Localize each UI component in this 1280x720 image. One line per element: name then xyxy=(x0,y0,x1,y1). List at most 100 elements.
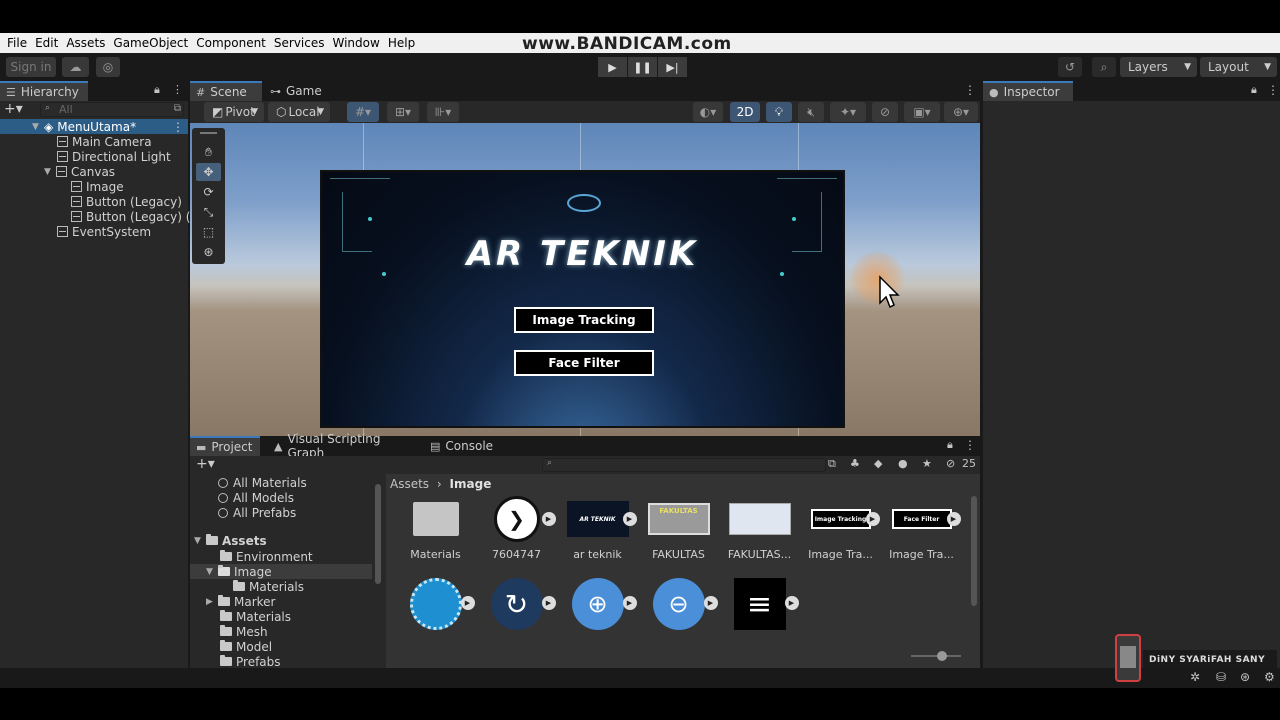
pivot-dropdown[interactable]: ◩ Pivot ▼ xyxy=(204,102,264,122)
breadcrumb-assets[interactable]: Assets xyxy=(390,477,429,491)
camera-icon[interactable]: ▣▾ xyxy=(904,102,940,122)
tab-visual-scripting[interactable]: ▲ Visual Scripting Graph xyxy=(268,432,418,460)
hidden-objects-icon[interactable]: ⊘ xyxy=(872,102,898,122)
search-by-type-icon[interactable]: ⧉ xyxy=(828,457,836,471)
folder-marker[interactable]: ▶ Marker xyxy=(206,594,275,609)
asset-tile[interactable]: Face Filter ▶ Image Tra... xyxy=(884,496,961,561)
hierarchy-item-directional-light[interactable]: Directional Light xyxy=(57,149,171,164)
play-icon[interactable]: ▶ xyxy=(460,596,475,610)
expand-arrow-icon[interactable]: ▼ xyxy=(206,567,216,577)
drag-handle-icon[interactable] xyxy=(200,132,217,134)
hierarchy-item-button-legacy-1[interactable]: Button (Legacy) (1) xyxy=(71,209,203,224)
tab-hierarchy[interactable]: ☰ Hierarchy xyxy=(0,81,88,101)
grid-snap-icon[interactable]: #▾ xyxy=(347,102,379,122)
play-icon[interactable]: ▶ xyxy=(622,512,637,526)
layers-dropdown[interactable]: Layers ▼ xyxy=(1120,57,1197,77)
scrollbar-thumb[interactable] xyxy=(971,496,977,606)
tab-inspector[interactable]: ● Inspector xyxy=(983,81,1073,101)
image-tracking-button[interactable]: Image Tracking xyxy=(514,307,654,333)
folder-materials[interactable]: Materials xyxy=(220,609,291,624)
play-icon[interactable]: ▶ xyxy=(703,596,718,610)
lock-icon[interactable]: 🔒︎ xyxy=(154,83,160,97)
toggle-2d-button[interactable]: 2D xyxy=(730,102,760,122)
audio-icon[interactable]: 🔇︎ xyxy=(798,102,824,122)
favorite-all-materials[interactable]: All Materials xyxy=(218,475,307,490)
asset-tile[interactable]: Image Tracking ▶ Image Tra... xyxy=(803,496,880,561)
gizmos-icon[interactable]: ⊕▾ xyxy=(944,102,978,122)
tab-console[interactable]: ▤ Console xyxy=(424,436,494,456)
play-icon[interactable]: ▶ xyxy=(598,57,627,77)
canvas-preview[interactable]: AR TEKNIK Image Tracking Face Filter xyxy=(320,170,845,428)
slider-handle[interactable] xyxy=(937,651,947,661)
more-options-icon[interactable]: ⋮ xyxy=(964,83,976,97)
asset-tile[interactable]: ▶ xyxy=(398,576,475,632)
tab-game[interactable]: ⊶ Game xyxy=(264,81,324,101)
filter-icon[interactable]: ⧉ xyxy=(174,103,181,114)
thumbnail-size-slider[interactable] xyxy=(911,651,961,661)
ruler-icon[interactable]: ⊪▾ xyxy=(427,102,459,122)
menu-component[interactable]: Component xyxy=(192,36,270,50)
asset-tile[interactable]: FAKULTAS... xyxy=(722,496,797,561)
play-icon[interactable]: ▶ xyxy=(784,596,799,610)
hierarchy-scene-row[interactable]: ▼ ◈ MenuUtama* ⋮ xyxy=(0,119,188,134)
asset-tile[interactable]: ⊖ ▶ xyxy=(641,576,718,632)
more-options-icon[interactable]: ⋮ xyxy=(1267,83,1279,97)
tab-scene[interactable]: # Scene xyxy=(190,81,262,101)
menu-assets[interactable]: Assets xyxy=(62,36,109,50)
search-icon[interactable]: ⌕ xyxy=(1092,57,1116,77)
sign-in-button[interactable]: Sign in xyxy=(6,57,56,77)
tab-project[interactable]: ▬ Project xyxy=(190,436,260,456)
snap-increment-icon[interactable]: ⊞▾ xyxy=(387,102,419,122)
favorite-all-models[interactable]: All Models xyxy=(218,490,294,505)
asset-tile[interactable]: FAKULTAS FAKULTAS xyxy=(641,496,716,561)
menu-help[interactable]: Help xyxy=(384,36,419,50)
folder-assets-root[interactable]: ▼ Assets xyxy=(194,533,267,548)
lighting-icon[interactable]: 💡︎ xyxy=(766,102,792,122)
rotate-tool-icon[interactable]: ⟳ xyxy=(196,183,221,201)
folder-image[interactable]: ▼ Image xyxy=(190,564,372,579)
asset-tile[interactable]: ⊕ ▶ xyxy=(560,576,637,632)
expand-arrow-icon[interactable]: ▼ xyxy=(194,536,204,546)
asset-tile[interactable]: AR TEKNIK ▶ ar teknik xyxy=(560,496,637,561)
asset-tile[interactable]: ↻ ▶ xyxy=(479,576,556,632)
play-icon[interactable]: ▶ xyxy=(865,512,880,526)
shading-mode-icon[interactable]: ◐▾ xyxy=(693,102,723,122)
scale-tool-icon[interactable]: ⤡ xyxy=(196,203,221,221)
asset-tile[interactable]: ≡ ▶ xyxy=(722,576,799,632)
hierarchy-item-button-legacy[interactable]: Button (Legacy) xyxy=(71,194,182,209)
play-icon[interactable]: ▶ xyxy=(946,512,961,526)
folder-tree-scrollbar[interactable] xyxy=(374,474,382,588)
scene-viewport[interactable]: ✋︎ ✥ ⟳ ⤡ ⬚ ⊛ AR TEKNIK Image Tracking Fa… xyxy=(190,123,980,436)
expand-arrow-icon[interactable]: ▼ xyxy=(32,122,42,132)
pause-icon[interactable]: ❚❚ xyxy=(628,57,657,77)
hierarchy-item-image[interactable]: Image xyxy=(71,179,124,194)
asset-tile[interactable]: Materials xyxy=(398,496,473,561)
play-icon[interactable]: ▶ xyxy=(541,596,556,610)
folder-prefabs[interactable]: Prefabs xyxy=(220,654,281,669)
menu-edit[interactable]: Edit xyxy=(31,36,62,50)
collab-icon[interactable]: ◎ xyxy=(96,57,120,77)
favorite-star-icon[interactable]: ★ xyxy=(922,457,932,470)
hierarchy-item-eventsystem[interactable]: EventSystem xyxy=(57,224,151,239)
add-object-button[interactable]: +▾ xyxy=(4,101,34,117)
favorite-all-prefabs[interactable]: All Prefabs xyxy=(218,505,296,520)
menu-services[interactable]: Services xyxy=(270,36,329,50)
rect-tool-icon[interactable]: ⬚ xyxy=(196,223,221,241)
hierarchy-item-main-camera[interactable]: Main Camera xyxy=(57,134,152,149)
layout-dropdown[interactable]: Layout ▼ xyxy=(1200,57,1277,77)
menu-file[interactable]: File xyxy=(3,36,31,50)
lock-icon[interactable]: 🔒︎ xyxy=(947,438,953,452)
history-icon[interactable]: ↺ xyxy=(1058,57,1082,77)
play-icon[interactable]: ▶ xyxy=(622,596,637,610)
folder-image-materials[interactable]: Materials xyxy=(233,579,304,594)
folder-model[interactable]: Model xyxy=(220,639,272,654)
lock-icon[interactable]: 🔒︎ xyxy=(1251,83,1257,97)
asset-browser-scrollbar[interactable] xyxy=(970,480,978,630)
expand-arrow-icon[interactable]: ▼ xyxy=(44,167,54,177)
folder-mesh[interactable]: Mesh xyxy=(220,624,268,639)
project-search-input[interactable]: ⌕ xyxy=(542,458,826,472)
log-icon[interactable]: ● xyxy=(898,457,908,470)
create-asset-button[interactable]: +▾ xyxy=(196,456,215,472)
scene-options-icon[interactable]: ⋮ xyxy=(172,120,184,134)
expand-arrow-icon[interactable]: ▶ xyxy=(206,597,216,607)
